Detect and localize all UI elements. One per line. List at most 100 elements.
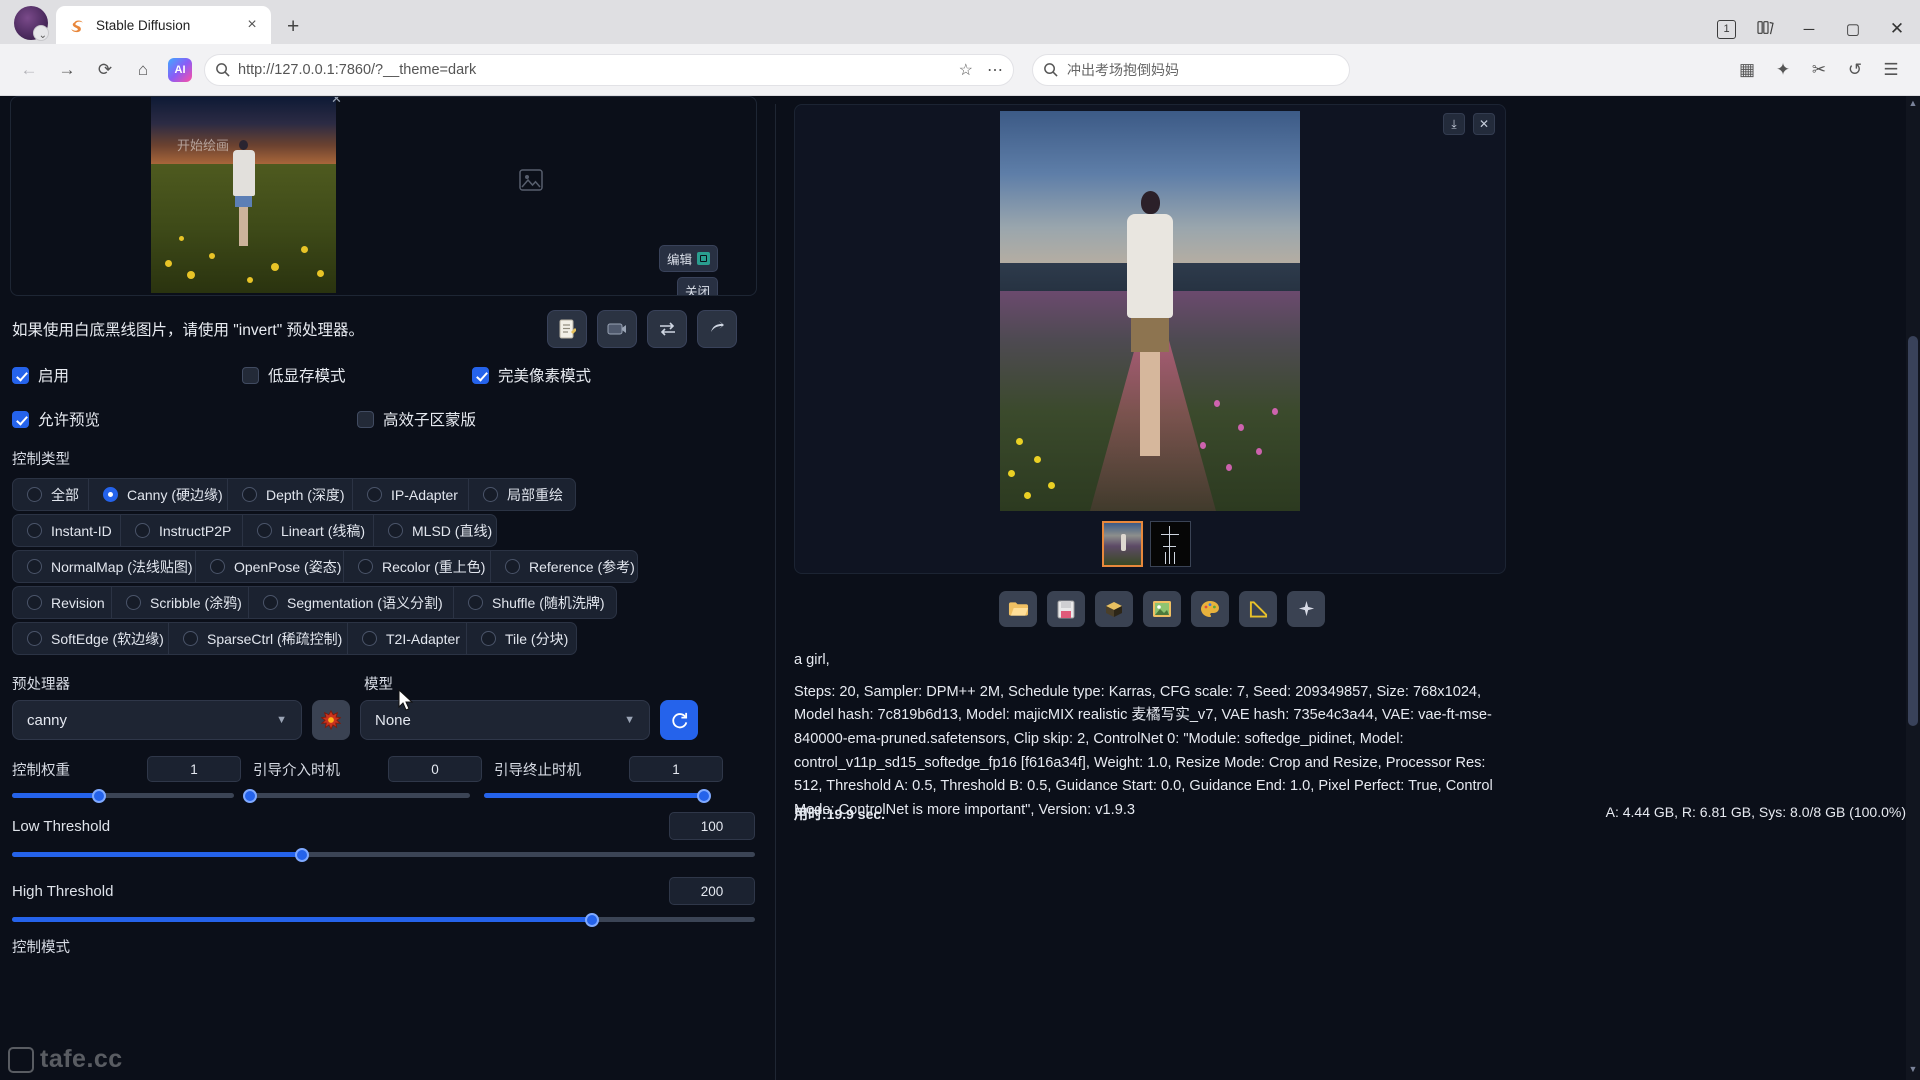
control-type-option[interactable]: 局部重绘 (469, 478, 576, 511)
address-more-icon[interactable]: ⋯ (987, 60, 1003, 80)
control-type-option[interactable]: Shuffle (随机洗牌) (454, 586, 617, 619)
address-bar[interactable]: http://127.0.0.1:7860/?__theme=dark ☆ ⋯ (204, 53, 1014, 86)
slider-value-weight[interactable]: 1 (147, 756, 241, 782)
close-window-button[interactable]: ✕ (1882, 19, 1912, 39)
control-type-option[interactable]: Canny (硬边缘) (89, 478, 228, 511)
control-type-option[interactable]: NormalMap (法线贴图) (12, 550, 196, 583)
close-image-button[interactable]: 关闭 (676, 277, 718, 295)
checkbox-pixel-perfect[interactable]: 完美像素模式 (472, 364, 591, 386)
control-type-option[interactable]: Recolor (重上色) (344, 550, 491, 583)
control-type-option[interactable]: OpenPose (姿态) (196, 550, 344, 583)
checkbox-allow-preview[interactable]: 允许预览 (12, 408, 357, 430)
control-type-option[interactable]: Segmentation (语义分割) (249, 586, 454, 619)
control-type-option[interactable]: IP-Adapter (353, 478, 469, 511)
checkbox-lowvram[interactable]: 低显存模式 (242, 364, 472, 386)
image-figure (231, 140, 257, 254)
swap-icon[interactable] (647, 310, 687, 348)
scrollbar-thumb[interactable] (1908, 336, 1918, 726)
window-count-badge[interactable]: 1 (1717, 19, 1736, 39)
model-dropdown[interactable]: None ▼ (360, 700, 650, 740)
checkbox-effective-mask[interactable]: 高效子区蒙版 (357, 408, 476, 430)
open-folder-icon[interactable] (999, 591, 1037, 627)
high-threshold-track[interactable] (12, 912, 755, 927)
bookmark-star-icon[interactable]: ☆ (959, 60, 973, 80)
favorites-icon[interactable]: ✦ (1766, 53, 1800, 87)
radio-icon (242, 487, 257, 502)
generated-image[interactable] (1000, 111, 1300, 511)
control-type-option[interactable]: Instant-ID (12, 514, 121, 547)
control-type-option[interactable]: Scribble (涂鸦) (112, 586, 249, 619)
ai-copilot-icon[interactable]: AI (168, 57, 192, 82)
sparkle-icon[interactable] (1287, 591, 1325, 627)
edit-image-button[interactable]: 编辑 (658, 245, 718, 272)
reload-icon[interactable]: ⟳ (88, 53, 122, 87)
control-type-option[interactable]: Reference (参考) (491, 550, 638, 583)
remove-image-icon[interactable]: ✕ (331, 97, 342, 107)
cut-icon[interactable]: ✂ (1802, 53, 1836, 87)
send-icon[interactable] (697, 310, 737, 348)
low-threshold-track[interactable] (12, 847, 755, 862)
search-box[interactable]: 冲出考场抱倒妈妈 (1032, 53, 1350, 86)
high-threshold-value[interactable]: 200 (669, 877, 755, 905)
low-threshold-value[interactable]: 100 (669, 812, 755, 840)
result-thumb-canny-map[interactable] (1150, 521, 1191, 567)
send-to-extras-icon[interactable] (1239, 591, 1277, 627)
profile-avatar[interactable] (14, 6, 49, 43)
new-tab-button[interactable]: + (287, 16, 299, 37)
send-to-img2img-icon[interactable] (1143, 591, 1181, 627)
run-preprocessor-button[interactable] (312, 700, 350, 740)
slider-value-end[interactable]: 1 (629, 756, 723, 782)
checkbox-box (357, 410, 374, 428)
history-icon[interactable]: ↺ (1838, 53, 1872, 87)
checkbox-enable[interactable]: 启用 (12, 364, 242, 386)
model-value: None (375, 711, 411, 729)
control-type-option[interactable]: T2I-Adapter (348, 622, 467, 655)
result-thumb-generated[interactable] (1102, 521, 1143, 567)
control-type-option[interactable]: Tile (分块) (467, 622, 577, 655)
scroll-up-icon[interactable]: ▲ (1906, 98, 1920, 112)
download-icon[interactable]: ⤓ (1443, 113, 1465, 135)
generation-status-row: 用时:19.9 sec. A: 4.44 GB, R: 6.81 GB, Sys… (794, 804, 1906, 824)
zip-icon[interactable] (1095, 591, 1133, 627)
send-to-inpaint-icon[interactable] (1191, 591, 1229, 627)
collections-icon[interactable] (1750, 20, 1780, 39)
control-type-label-text: Reference (参考) (529, 558, 635, 575)
browser-navbar: ← → ⟳ ⌂ AI http://127.0.0.1:7860/?__them… (0, 44, 1920, 96)
control-type-option[interactable]: Lineart (线稿) (243, 514, 374, 547)
control-type-option[interactable]: 全部 (12, 478, 89, 511)
minimize-button[interactable]: ─ (1794, 21, 1824, 38)
save-icon[interactable] (1047, 591, 1085, 627)
slider-label-start: 引导介入时机 (253, 762, 340, 779)
scroll-down-icon[interactable]: ▼ (1906, 1064, 1920, 1078)
control-type-label-text: Tile (分块) (505, 630, 569, 647)
browser-tab[interactable]: Stable Diffusion × (56, 6, 271, 44)
refresh-models-button[interactable] (660, 700, 698, 740)
slider-track-end[interactable] (484, 788, 711, 803)
control-type-option[interactable]: MLSD (直线) (374, 514, 497, 547)
slider-tracks-row (0, 788, 775, 803)
preprocessor-dropdown[interactable]: canny ▼ (12, 700, 302, 740)
slider-track-start[interactable] (243, 788, 470, 803)
apps-grid-icon[interactable]: ▦ (1730, 53, 1764, 87)
control-type-option[interactable]: SparseCtrl (稀疏控制) (169, 622, 348, 655)
slider-track-weight[interactable] (12, 788, 234, 803)
page-scrollbar[interactable]: ▲ ▼ (1906, 96, 1920, 1080)
control-type-option[interactable]: InstructP2P (121, 514, 243, 547)
slider-value-start[interactable]: 0 (388, 756, 482, 782)
new-canvas-icon[interactable] (547, 310, 587, 348)
controlnet-image-box[interactable]: 开始绘画 ✕ 编辑 关闭 (10, 96, 757, 296)
slider-label-end: 引导终止时机 (494, 762, 581, 779)
maximize-button[interactable]: ▢ (1838, 20, 1868, 38)
window-controls: 1 ─ ▢ ✕ (1717, 19, 1912, 39)
home-icon[interactable]: ⌂ (126, 53, 160, 87)
control-type-option[interactable]: Depth (深度) (228, 478, 353, 511)
settings-menu-icon[interactable]: ☰ (1874, 53, 1908, 87)
controlnet-source-image[interactable]: 开始绘画 (151, 97, 336, 293)
webcam-icon[interactable] (597, 310, 637, 348)
back-icon[interactable]: ← (12, 53, 46, 87)
tab-close-icon[interactable]: × (241, 17, 263, 33)
forward-icon[interactable]: → (50, 53, 84, 87)
control-type-option[interactable]: SoftEdge (软边缘) (12, 622, 169, 655)
control-type-option[interactable]: Revision (12, 586, 112, 619)
close-icon[interactable]: ✕ (1473, 113, 1495, 135)
